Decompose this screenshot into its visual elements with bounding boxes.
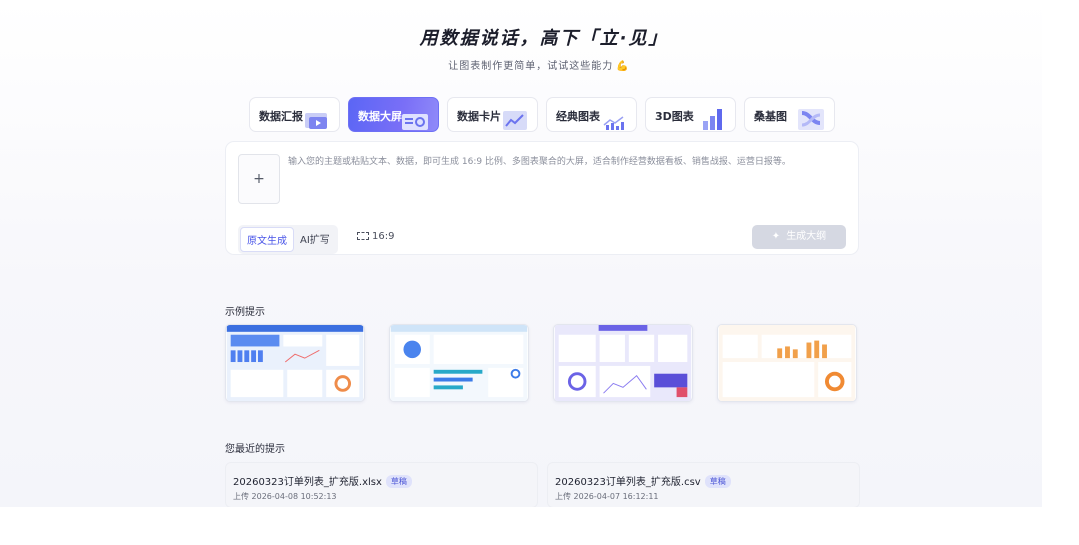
- mode-ai-expand-button[interactable]: AI扩写: [294, 227, 336, 252]
- recent-item-name-row: 20260323订单列表_扩充版.csv 草稿: [555, 473, 731, 488]
- example-list: [225, 324, 857, 402]
- tab-classic-chart[interactable]: 经典图表: [546, 97, 637, 132]
- tab-label: 数据卡片: [457, 110, 501, 123]
- generation-mode-toggle: 原文生成 AI扩写: [238, 225, 338, 254]
- sparkle-icon: ✦: [771, 231, 781, 242]
- generate-outline-button[interactable]: ✦ 生成大纲: [752, 225, 846, 249]
- tab-label: 数据大屏: [358, 110, 402, 123]
- dashboard-thumbnail: [718, 325, 856, 401]
- status-badge: 草稿: [385, 475, 412, 488]
- 3d-bar-chart-icon: [703, 109, 722, 130]
- tab-sankey-chart[interactable]: 桑基图: [744, 97, 835, 132]
- tab-data-screen[interactable]: 数据大屏: [348, 97, 439, 132]
- page-subtitle: 让图表制作更简单，试试这些能力 💪: [0, 57, 1042, 72]
- classic-chart-icon: [603, 116, 624, 130]
- example-card-purple[interactable]: [553, 324, 693, 402]
- aspect-ratio-value: 16:9: [372, 231, 395, 242]
- recent-file-name: 20260323订单列表_扩充版.csv: [555, 477, 701, 488]
- recent-prompts-list: 20260323订单列表_扩充版.xlsx 草稿 上传 2026-04-08 10…: [225, 462, 860, 507]
- subtitle-text: 让图表制作更简单，试试这些能力: [448, 61, 614, 72]
- aspect-ratio-icon: [357, 232, 369, 240]
- recent-upload-time: 上传 2026-04-07 16:12:11: [555, 492, 659, 501]
- status-badge: 草稿: [704, 475, 731, 488]
- tab-label: 3D图表: [655, 110, 694, 123]
- tab-label: 数据汇报: [259, 110, 303, 123]
- flexed-biceps-icon: 💪: [616, 61, 630, 72]
- recent-item[interactable]: 20260323订单列表_扩充版.xlsx 草稿 上传 2026-04-08 10…: [225, 462, 538, 507]
- upload-button[interactable]: +: [238, 154, 280, 204]
- prompt-card: + 输入您的主题或粘贴文本、数据，即可生成 16:9 比例、多图表聚合的大屏，适…: [225, 141, 859, 255]
- recent-item[interactable]: 20260323订单列表_扩充版.csv 草稿 上传 2026-04-07 16:…: [547, 462, 860, 507]
- chart-type-tabs: 数据汇报 数据大屏 数据卡片 经典图表 3D图表 桑基图: [249, 97, 835, 132]
- dashboard-thumbnail: [554, 325, 692, 401]
- aspect-ratio-selector[interactable]: 16:9: [357, 231, 394, 242]
- recent-prompts-title: 您最近的提示: [225, 444, 285, 455]
- dashboard-screen-icon: [402, 114, 428, 130]
- tab-label: 桑基图: [754, 110, 787, 123]
- example-card-orange[interactable]: [717, 324, 857, 402]
- example-card-light[interactable]: [389, 324, 529, 402]
- dashboard-thumbnail: [226, 325, 364, 401]
- sankey-chart-icon: [798, 109, 824, 130]
- tab-label: 经典图表: [556, 110, 600, 123]
- app-window: 用数据说话，高下「立·见」 让图表制作更简单，试试这些能力 💪 数据汇报 数据大屏…: [0, 0, 1042, 507]
- recent-item-name-row: 20260323订单列表_扩充版.xlsx 草稿: [233, 473, 412, 488]
- prompt-input[interactable]: 输入您的主题或粘贴文本、数据，即可生成 16:9 比例、多图表聚合的大屏，适合制…: [288, 155, 848, 169]
- tab-3d-chart[interactable]: 3D图表: [645, 97, 736, 132]
- recent-upload-time: 上传 2026-04-08 10:52:13: [233, 492, 337, 501]
- data-card-icon: [503, 111, 527, 130]
- generate-label: 生成大纲: [786, 231, 827, 242]
- page-title: 用数据说话，高下「立·见」: [419, 28, 669, 49]
- dashboard-thumbnail: [390, 325, 528, 401]
- mode-original-button[interactable]: 原文生成: [240, 227, 294, 252]
- tab-data-report[interactable]: 数据汇报: [249, 97, 340, 132]
- recent-file-name: 20260323订单列表_扩充版.xlsx: [233, 477, 382, 488]
- tab-data-card[interactable]: 数据卡片: [447, 97, 538, 132]
- example-card-blue[interactable]: [225, 324, 365, 402]
- examples-title: 示例提示: [225, 307, 265, 318]
- report-slides-icon: [305, 113, 327, 129]
